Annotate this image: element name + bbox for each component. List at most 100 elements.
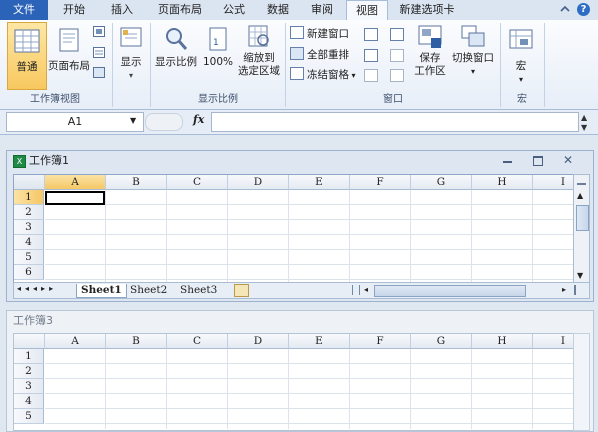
tab-file[interactable]: 文件: [0, 0, 48, 20]
sheet-nav-icon[interactable]: ◂◂◂▸▸: [17, 284, 57, 293]
tab-data[interactable]: 数据: [260, 0, 296, 20]
row-header-1[interactable]: 1: [14, 349, 44, 364]
column-header-g[interactable]: G: [411, 334, 472, 349]
insert-sheet-icon[interactable]: [234, 284, 249, 297]
freeze-panes-button[interactable]: 冻结窗格 ▾: [290, 67, 356, 83]
grid-hline: [45, 363, 574, 364]
horizontal-scroll-thumb[interactable]: [374, 285, 526, 297]
select-all-corner-wb3[interactable]: [14, 334, 45, 349]
workbook3-grid[interactable]: ABCDEFGHI 12345: [13, 333, 575, 431]
column-header-b[interactable]: B: [106, 175, 167, 190]
zoom-100-button[interactable]: 1 100%: [200, 22, 236, 88]
zoom-button[interactable]: 显示比例: [153, 22, 199, 88]
switch-windows-button[interactable]: 切换窗口 ▾: [450, 22, 496, 88]
arrange-all-button[interactable]: 全部重排: [290, 47, 349, 63]
column-header-g[interactable]: G: [411, 175, 472, 190]
tab-home[interactable]: 开始: [56, 0, 92, 20]
column-header-e[interactable]: E: [289, 334, 350, 349]
sheet-tab-sheet1[interactable]: Sheet1: [76, 284, 127, 298]
save-workspace-label-2: 工作区: [414, 65, 446, 77]
page-layout-view-button[interactable]: 页面布局: [48, 22, 90, 88]
sheet-tab-sheet2[interactable]: Sheet2: [126, 284, 171, 297]
tab-review[interactable]: 审阅: [304, 0, 340, 20]
column-header-a[interactable]: A: [45, 334, 106, 349]
tab-new[interactable]: 新建选项卡: [392, 0, 462, 20]
vertical-scrollbar[interactable]: ▲ ▼: [573, 174, 590, 284]
split-box-icon[interactable]: [577, 183, 586, 185]
column-header-a[interactable]: A: [45, 175, 106, 190]
new-window-button[interactable]: 新建窗口: [290, 26, 349, 42]
vertical-scroll-thumb[interactable]: [576, 205, 589, 231]
custom-views-icon[interactable]: [93, 47, 105, 58]
active-cell-a1[interactable]: [45, 191, 105, 205]
close-icon[interactable]: ✕: [563, 153, 573, 167]
formula-bar-splitter[interactable]: [145, 113, 183, 131]
hide-icon[interactable]: [364, 49, 381, 63]
column-header-h[interactable]: H: [472, 175, 533, 190]
wb3-vertical-scrollbar[interactable]: [573, 333, 590, 431]
column-header-b[interactable]: B: [106, 334, 167, 349]
show-button[interactable]: 显示 ▾: [116, 22, 146, 88]
insert-function-icon[interactable]: fx: [193, 113, 204, 126]
column-header-c[interactable]: C: [167, 175, 228, 190]
column-header-f[interactable]: F: [350, 175, 411, 190]
column-header-h[interactable]: H: [472, 334, 533, 349]
formula-bar-scroll-down-icon[interactable]: ▼: [581, 123, 587, 132]
formula-input[interactable]: [211, 112, 579, 132]
scroll-down-icon[interactable]: ▼: [577, 271, 583, 280]
reset-position-icon[interactable]: [390, 69, 407, 83]
sheet-tab-sheet3[interactable]: Sheet3: [176, 284, 221, 297]
row-header-3[interactable]: 3: [14, 379, 44, 394]
scroll-left-icon[interactable]: ◂: [364, 285, 368, 294]
grid-vline: [471, 349, 472, 429]
zoom-to-selection-button[interactable]: 缩放到 选定区域: [236, 22, 282, 88]
workbook1-grid[interactable]: ABCDEFGHI 123456: [13, 174, 575, 284]
formula-bar-scroll-up-icon[interactable]: ▲: [581, 113, 587, 122]
column-header-f[interactable]: F: [350, 334, 411, 349]
h-split-box-icon[interactable]: [574, 285, 576, 295]
macros-label: 宏: [515, 60, 527, 72]
normal-view-icon: [14, 29, 40, 55]
split-icon[interactable]: [364, 28, 381, 42]
column-header-e[interactable]: E: [289, 175, 350, 190]
row-header-4[interactable]: 4: [14, 235, 44, 250]
ribbon-minimize-icon[interactable]: [560, 4, 570, 14]
row-header-5[interactable]: 5: [14, 250, 44, 265]
save-workspace-button[interactable]: 保存 工作区: [410, 22, 450, 88]
zoom-selection-label-1: 缩放到: [243, 52, 275, 64]
tab-page-layout[interactable]: 页面布局: [150, 0, 210, 20]
tab-formulas[interactable]: 公式: [216, 0, 252, 20]
tab-view[interactable]: 视图: [346, 0, 388, 22]
view-side-by-side-icon[interactable]: [390, 28, 407, 42]
normal-view-label: 普通: [16, 61, 38, 73]
page-break-preview-icon[interactable]: [93, 26, 105, 37]
grid-hline: [45, 249, 574, 250]
row-header-2[interactable]: 2: [14, 364, 44, 379]
row-header-6[interactable]: 6: [14, 265, 44, 280]
full-screen-icon[interactable]: [93, 67, 105, 78]
name-box-dropdown-icon[interactable]: ▼: [130, 116, 136, 125]
sync-scroll-icon[interactable]: [390, 49, 407, 63]
restore-icon[interactable]: [533, 156, 543, 166]
scroll-right-icon[interactable]: ▸: [562, 285, 566, 294]
name-box[interactable]: A1: [6, 112, 144, 132]
minimize-icon[interactable]: [503, 161, 512, 163]
zoom-100-label: 100%: [202, 56, 234, 68]
scroll-up-icon[interactable]: ▲: [577, 191, 583, 200]
row-header-2[interactable]: 2: [14, 205, 44, 220]
row-header-1[interactable]: 1: [14, 190, 44, 205]
column-header-d[interactable]: D: [228, 175, 289, 190]
tab-insert[interactable]: 插入: [104, 0, 140, 20]
normal-view-button[interactable]: 普通: [7, 22, 47, 90]
row-header-3[interactable]: 3: [14, 220, 44, 235]
column-header-d[interactable]: D: [228, 334, 289, 349]
select-all-corner[interactable]: [14, 175, 45, 190]
column-header-c[interactable]: C: [167, 334, 228, 349]
macros-button[interactable]: 宏 ▾: [506, 22, 536, 88]
column-header-i[interactable]: I: [533, 175, 574, 190]
help-icon[interactable]: ?: [577, 3, 590, 16]
unhide-icon[interactable]: [364, 69, 381, 83]
tab-split-handle[interactable]: [352, 285, 360, 295]
row-header-4[interactable]: 4: [14, 394, 44, 409]
column-header-i[interactable]: I: [533, 334, 574, 349]
